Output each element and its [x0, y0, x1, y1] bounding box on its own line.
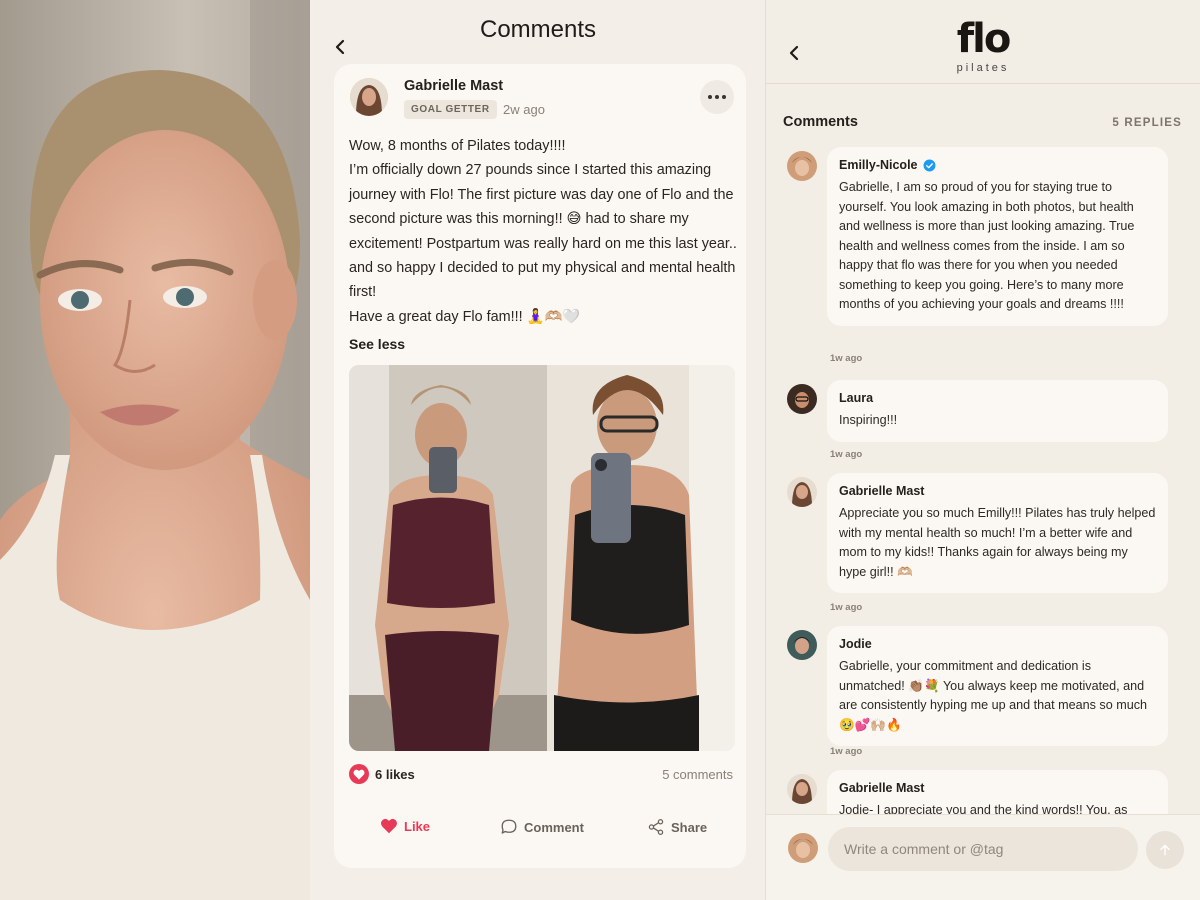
likes-count[interactable]: 6 likes [375, 767, 415, 782]
heart-icon [381, 818, 397, 834]
ellipsis-icon [715, 95, 719, 99]
before-after-illustration [349, 365, 735, 751]
ellipsis-icon [708, 95, 712, 99]
comment-author-name[interactable]: Laura [839, 391, 1156, 405]
comments-screen: flo pilates Comments 5 REPLIES Emilly-Ni… [766, 0, 1200, 900]
comment-bubble: Gabrielle Mast Jodie- I appreciate you a… [827, 770, 1168, 814]
comment-item: Gabrielle Mast Jodie- I appreciate you a… [766, 770, 1200, 814]
portrait-illustration [0, 0, 310, 900]
comment-input[interactable] [828, 827, 1138, 871]
section-title: Comments [783, 114, 858, 130]
comment-bubble: Jodie Gabrielle, your commitment and ded… [827, 626, 1168, 746]
likes-row: 6 likes 5 comments [349, 764, 733, 788]
post-actions: Like Comment Share [334, 818, 746, 848]
more-options-button[interactable] [700, 80, 734, 114]
replies-count: 5 REPLIES [1112, 117, 1182, 129]
post-header: Comments [310, 0, 766, 60]
avatar[interactable] [787, 151, 817, 181]
comment-timestamp: 1w ago [830, 449, 863, 460]
post-timestamp: 2w ago [503, 102, 545, 117]
comment-text: Gabrielle, your commitment and dedicatio… [839, 659, 1148, 732]
comment-bubble-icon [501, 819, 517, 834]
avatar-image [350, 78, 388, 116]
comment-bubble: Laura Inspiring!!! [827, 380, 1168, 442]
post-card: Gabrielle Mast GOAL GETTER 2w ago Wow, 8… [334, 64, 746, 868]
avatar[interactable] [787, 774, 817, 804]
comment-author-name[interactable]: Gabrielle Mast [839, 484, 1156, 498]
comment-composer [766, 814, 1200, 900]
see-less-link[interactable]: See less [349, 336, 405, 352]
share-icon [648, 819, 664, 835]
like-button[interactable]: Like [380, 818, 430, 834]
comment-text: Inspiring!!! [839, 413, 898, 427]
like-label: Like [404, 818, 431, 834]
avatar[interactable] [787, 477, 817, 507]
avatar [788, 833, 818, 863]
avatar[interactable] [787, 384, 817, 414]
post-screen: Comments Gabrielle Mast GOAL GETTER 2w a… [310, 0, 766, 900]
send-button[interactable] [1146, 831, 1184, 869]
page-title: Comments [479, 16, 597, 43]
post-paragraph: Have a great day Flo fam!!! 🧘‍♀️🫶🏼🤍 [349, 308, 581, 325]
send-arrow-icon [1160, 844, 1170, 856]
comment-timestamp: 1w ago [830, 353, 863, 364]
comment-author[interactable]: Emilly-Nicole [839, 158, 1156, 172]
back-button[interactable] [780, 38, 810, 68]
comment-timestamp: 1w ago [830, 746, 863, 757]
comment-bubble: Gabrielle Mast Appreciate you so much Em… [827, 473, 1168, 593]
verified-check-icon [923, 159, 935, 171]
post-paragraph: Wow, 8 months of Pilates today!!!! [349, 138, 566, 154]
ellipsis-icon [722, 95, 726, 99]
share-label: Share [671, 819, 708, 835]
comment-text: Appreciate you so much Emilly!!! Pilates… [839, 506, 1156, 579]
comment-author-name[interactable]: Jodie [839, 637, 1156, 651]
portrait-photo [0, 0, 310, 900]
avatar[interactable] [350, 78, 388, 116]
status-badge: GOAL GETTER [404, 100, 497, 119]
comment-bubble: Emilly-Nicole Gabrielle, I am so proud o… [827, 147, 1168, 326]
brand-subtitle: pilates [956, 62, 1010, 74]
comment-author-name[interactable]: Gabrielle Mast [839, 781, 1156, 795]
comments-header: flo pilates [766, 0, 1200, 84]
comments-count[interactable]: 5 comments [662, 767, 733, 782]
comment-author-name: Emilly-Nicole [839, 158, 918, 172]
author-name[interactable]: Gabrielle Mast [404, 78, 503, 94]
comment-text: Gabrielle, I am so proud of you for stay… [839, 180, 1135, 311]
post-body: Wow, 8 months of Pilates today!!!! I’m o… [349, 134, 739, 329]
before-after-photo[interactable] [349, 365, 735, 751]
brand-logo: flo [956, 16, 1012, 62]
post-paragraph: I’m officially down 27 pounds since I st… [349, 162, 737, 301]
comment-label: Comment [524, 819, 584, 835]
heart-icon [349, 764, 369, 784]
back-arrow-icon [789, 45, 799, 61]
share-button[interactable]: Share [647, 818, 707, 836]
avatar[interactable] [787, 630, 817, 660]
comment-timestamp: 1w ago [830, 602, 863, 613]
comment-text: Jodie- I appreciate you and the kind wor… [839, 803, 1128, 814]
